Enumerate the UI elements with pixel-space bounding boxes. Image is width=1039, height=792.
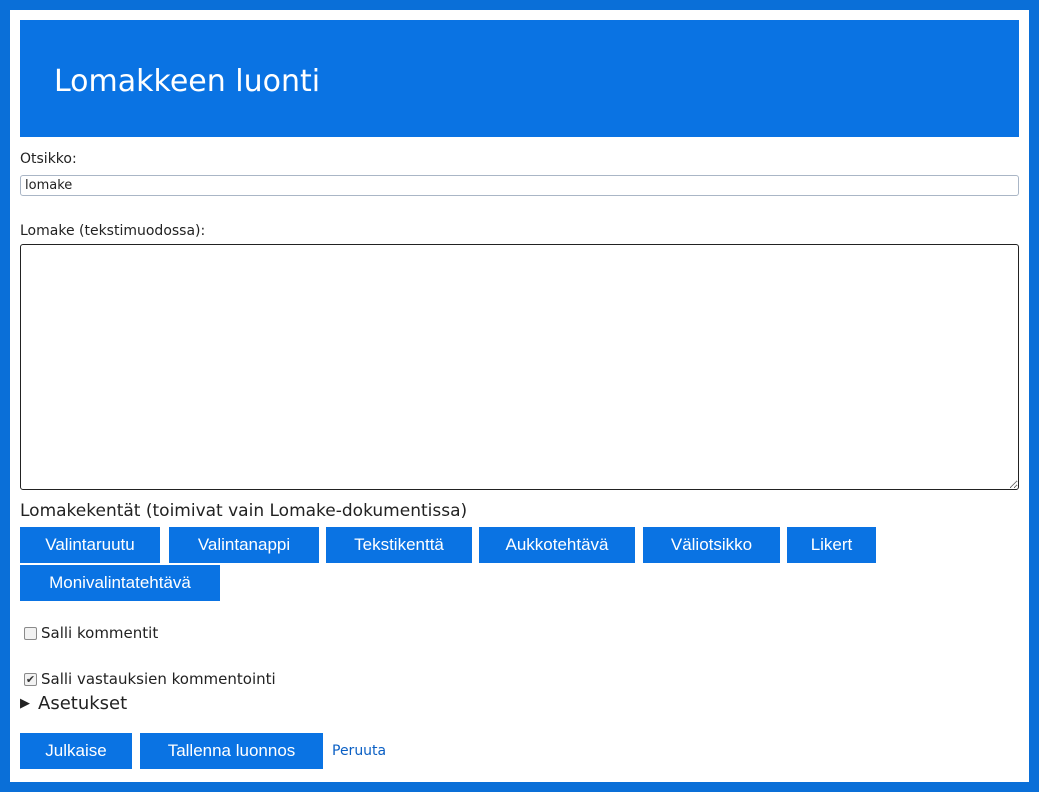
allow-answer-comments-row[interactable]: ✔ Salli vastauksien kommentointi	[24, 670, 276, 688]
allow-answer-comments-checkbox[interactable]: ✔	[24, 672, 37, 686]
settings-label: Asetukset	[38, 693, 128, 714]
insert-likert-button[interactable]: Likert	[787, 527, 876, 563]
publish-button[interactable]: Julkaise	[20, 733, 132, 769]
insert-multiple-choice-button[interactable]: Monivalintatehtävä	[20, 565, 220, 601]
allow-comments-row[interactable]: Salli kommentit	[24, 624, 158, 642]
insert-checkbox-button[interactable]: Valintaruutu	[20, 527, 160, 563]
page-header: Lomakkeen luonti	[20, 20, 1019, 137]
insert-radio-button[interactable]: Valintanappi	[169, 527, 319, 563]
save-draft-button[interactable]: Tallenna luonnos	[140, 733, 323, 769]
triangle-right-icon: ▶	[20, 696, 30, 711]
form-content-textarea[interactable]	[20, 244, 1019, 490]
form-panel: Lomakkeen luonti Otsikko: Lomake (teksti…	[10, 10, 1029, 782]
allow-comments-label: Salli kommentit	[41, 624, 159, 642]
insert-textfield-button[interactable]: Tekstikenttä	[326, 527, 472, 563]
form-fields-heading: Lomakekentät (toimivat vain Lomake-dokum…	[20, 501, 468, 521]
content-label: Lomake (tekstimuodossa):	[20, 223, 206, 239]
title-label: Otsikko:	[20, 151, 77, 167]
cancel-link[interactable]: Peruuta	[332, 743, 386, 759]
insert-subheading-button[interactable]: Väliotsikko	[643, 527, 780, 563]
settings-toggle[interactable]: ▶ Asetukset	[20, 693, 127, 714]
allow-comments-checkbox[interactable]	[24, 626, 37, 640]
title-input[interactable]	[20, 175, 1019, 196]
page-title: Lomakkeen luonti	[54, 64, 321, 99]
insert-cloze-button[interactable]: Aukkotehtävä	[479, 527, 635, 563]
allow-answer-comments-label: Salli vastauksien kommentointi	[41, 670, 276, 688]
